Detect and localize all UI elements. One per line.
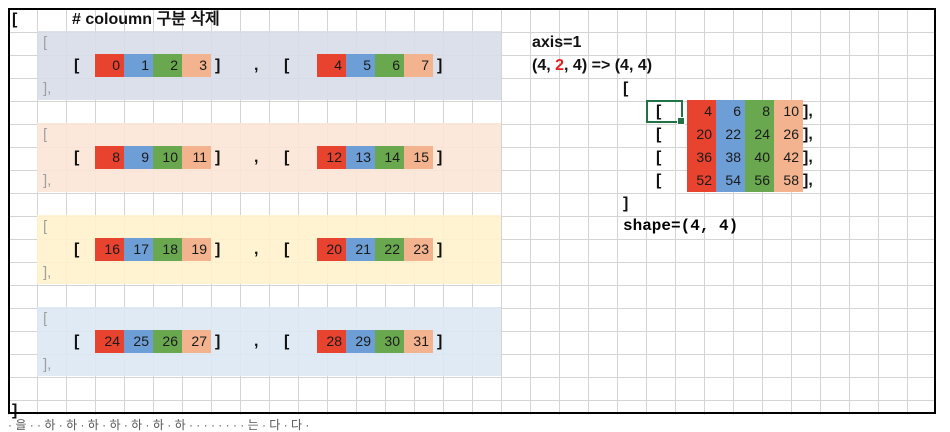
value-cell: 15 <box>404 146 433 169</box>
row-close-bracket: ], <box>803 172 813 189</box>
result-value-cell: 58 <box>774 169 803 192</box>
group-open-bracket: [ <box>43 310 48 327</box>
result-value-cell: 56 <box>745 169 774 192</box>
value-cell: 6 <box>375 54 404 77</box>
value-cell: 9 <box>124 146 153 169</box>
result-open-bracket: [ <box>623 80 629 97</box>
result-value-cell: 10 <box>774 100 803 123</box>
row-close-bracket: ], <box>803 126 813 143</box>
pair-separator: , <box>254 149 259 166</box>
segment-open-bracket: [ <box>284 57 290 74</box>
value-cell: 27 <box>182 330 211 353</box>
value-cell: 21 <box>346 238 375 261</box>
segment-open-bracket: [ <box>284 241 290 258</box>
value-cell: 11 <box>182 146 211 169</box>
value-cell: 29 <box>346 330 375 353</box>
shape-result: shape=(4, 4) <box>623 217 739 235</box>
result-value-cell: 54 <box>716 169 745 192</box>
result-value-cell: 6 <box>716 100 745 123</box>
value-cell: 17 <box>124 238 153 261</box>
group-close-bracket: ], <box>43 264 52 281</box>
pair-separator: , <box>254 333 259 350</box>
outer-open-bracket: [ <box>12 11 18 28</box>
segment-close-bracket: ] <box>437 333 443 350</box>
value-cell: 25 <box>124 330 153 353</box>
group-close-bracket: ], <box>43 172 52 189</box>
selected-cell[interactable] <box>646 100 685 125</box>
spreadsheet: [# coloumn 구분 삭제][[0 1 2 3],[4 5 6 7]],[[8 9 10 1… <box>0 0 950 432</box>
pair-separator: , <box>254 241 259 258</box>
value-cell: 0 <box>95 54 124 77</box>
shape-highlight: 2 <box>555 57 565 74</box>
segment-close-bracket: ] <box>437 57 443 74</box>
result-value-cell: 22 <box>716 123 745 146</box>
group-close-bracket: ], <box>43 356 52 373</box>
segment-open-bracket: [ <box>74 333 80 350</box>
value-cell: 28 <box>317 330 346 353</box>
segment-close-bracket: ] <box>437 241 443 258</box>
value-cell: 22 <box>375 238 404 261</box>
result-value-cell: 24 <box>745 123 774 146</box>
segment-close-bracket: ] <box>437 149 443 166</box>
shape-suffix: , 4) => (4, 4) <box>564 57 653 74</box>
segment-open-bracket: [ <box>74 57 80 74</box>
result-value-cell: 26 <box>774 123 803 146</box>
value-cell: 1 <box>124 54 153 77</box>
result-value-cell: 36 <box>687 146 716 169</box>
segment-open-bracket: [ <box>74 241 80 258</box>
result-value-cell: 52 <box>687 169 716 192</box>
pair-separator: , <box>254 57 259 74</box>
segment-close-bracket: ] <box>215 241 221 258</box>
value-cell: 31 <box>404 330 433 353</box>
group-close-bracket: ], <box>43 80 52 97</box>
value-cell: 19 <box>182 238 211 261</box>
value-cell: 2 <box>153 54 182 77</box>
value-cell: 18 <box>153 238 182 261</box>
group-open-bracket: [ <box>43 218 48 235</box>
row-close-bracket: ], <box>803 149 813 166</box>
segment-close-bracket: ] <box>215 333 221 350</box>
value-cell: 3 <box>182 54 211 77</box>
value-cell: 23 <box>404 238 433 261</box>
result-value-cell: 8 <box>745 100 774 123</box>
value-cell: 16 <box>95 238 124 261</box>
result-value-cell: 40 <box>745 146 774 169</box>
shape-expression: (4, 2, 4) => (4, 4) <box>532 54 652 77</box>
title-text: # coloumn 구분 삭제 <box>72 11 220 28</box>
value-cell: 26 <box>153 330 182 353</box>
value-cell: 14 <box>375 146 404 169</box>
value-cell: 24 <box>95 330 124 353</box>
group-open-bracket: [ <box>43 34 48 51</box>
result-value-cell: 42 <box>774 146 803 169</box>
result-value-cell: 38 <box>716 146 745 169</box>
value-cell: 8 <box>95 146 124 169</box>
result-value-cell: 20 <box>687 123 716 146</box>
axis-label: axis=1 <box>532 34 582 51</box>
value-cell: 4 <box>317 54 346 77</box>
segment-close-bracket: ] <box>215 57 221 74</box>
value-cell: 7 <box>404 54 433 77</box>
segment-close-bracket: ] <box>215 149 221 166</box>
value-cell: 30 <box>375 330 404 353</box>
segment-open-bracket: [ <box>284 333 290 350</box>
shape-prefix: (4, <box>532 57 556 74</box>
value-cell: 20 <box>317 238 346 261</box>
row-open-bracket: [ <box>656 172 662 189</box>
segment-open-bracket: [ <box>284 149 290 166</box>
footer-row: · 을 · · 하 · 하 · 하 · 하 · 하 · 하 · 하 · · · … <box>8 418 310 432</box>
value-cell: 12 <box>317 146 346 169</box>
value-cell: 13 <box>346 146 375 169</box>
group-open-bracket: [ <box>43 126 48 143</box>
segment-open-bracket: [ <box>74 149 80 166</box>
row-open-bracket: [ <box>656 149 662 166</box>
value-cell: 10 <box>153 146 182 169</box>
row-open-bracket: [ <box>656 126 662 143</box>
value-cell: 5 <box>346 54 375 77</box>
row-close-bracket: ], <box>803 103 813 120</box>
result-close-bracket: ] <box>623 195 629 212</box>
result-value-cell: 4 <box>687 100 716 123</box>
